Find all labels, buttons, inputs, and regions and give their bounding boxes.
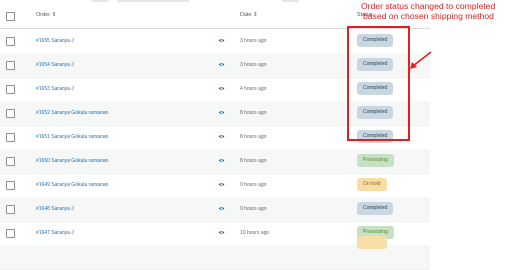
order-date: 3 hours ago — [240, 62, 267, 68]
status-badge: On hold — [357, 178, 387, 191]
annotation-line: based on chosen shipping method — [363, 11, 494, 21]
table-row[interactable]: #1649 Saranya Gokula ramanan 9 hours ago… — [0, 173, 430, 198]
preview-eye-icon[interactable] — [218, 110, 225, 115]
order-date: 9 hours ago — [240, 182, 267, 188]
status-badge: Processing — [357, 154, 394, 167]
order-link[interactable]: #1648 Saranya J — [36, 206, 74, 212]
select-all-checkbox[interactable] — [6, 12, 15, 21]
row-checkbox[interactable] — [6, 229, 15, 238]
order-date: 8 hours ago — [240, 134, 267, 140]
preview-eye-icon[interactable] — [218, 62, 225, 67]
row-checkbox[interactable] — [6, 205, 15, 214]
row-checkbox[interactable] — [6, 181, 15, 190]
row-checkbox[interactable] — [6, 37, 15, 46]
row-checkbox[interactable] — [6, 133, 15, 142]
toolbar-control[interactable] — [282, 0, 299, 2]
preview-eye-icon[interactable] — [218, 38, 225, 43]
annotation-arrow-icon — [410, 51, 432, 69]
toolbar-control[interactable] — [92, 0, 108, 2]
table-row[interactable]: #1650 Saranya Gokula ramanan 8 hours ago… — [0, 149, 430, 174]
order-link[interactable]: #1650 Saranya Gokula ramanan — [36, 158, 108, 164]
status-badge-partial — [357, 236, 387, 249]
table-row[interactable]: #1648 Saranya J 9 hours ago Completed — [0, 197, 430, 222]
row-checkbox[interactable] — [6, 85, 15, 94]
row-checkbox[interactable] — [6, 109, 15, 118]
toolbar-control[interactable] — [117, 0, 189, 2]
preview-eye-icon[interactable] — [218, 134, 225, 139]
order-date: 4 hours ago — [240, 86, 267, 92]
preview-eye-icon[interactable] — [218, 230, 225, 235]
order-link[interactable]: #1652 Saranya Gokula ramanan — [36, 110, 108, 116]
order-link[interactable]: #1647 Saranya J — [36, 230, 74, 236]
row-checkbox[interactable] — [6, 61, 15, 70]
order-date: 8 hours ago — [240, 110, 267, 116]
preview-eye-icon[interactable] — [218, 206, 225, 211]
status-badge: Completed — [357, 202, 394, 215]
order-date: 9 hours ago — [240, 206, 267, 212]
order-link[interactable]: #1649 Saranya Gokula ramanan — [36, 182, 108, 188]
preview-eye-icon[interactable] — [218, 182, 225, 187]
order-date: 8 hours ago — [240, 158, 267, 164]
order-link[interactable]: #1655 Saranya J — [36, 38, 74, 44]
annotation-text: Order status changed to completed based … — [361, 1, 530, 21]
preview-eye-icon[interactable] — [218, 86, 225, 91]
annotation-line: Order status changed to completed — [361, 1, 496, 11]
date-column-header[interactable]: Date ⇕ — [240, 12, 258, 18]
order-link[interactable]: #1653 Saranya J — [36, 86, 74, 92]
order-link[interactable]: #1654 Saranya J — [36, 62, 74, 68]
order-date: 10 hours ago — [240, 230, 270, 236]
row-checkbox[interactable] — [6, 157, 15, 166]
order-column-header[interactable]: Order ⇕ — [36, 12, 56, 18]
order-link[interactable]: #1651 Saranya Gokula ramanan — [36, 134, 108, 140]
annotation-highlight-box — [347, 26, 410, 141]
preview-eye-icon[interactable] — [218, 158, 225, 163]
order-date: 3 hours ago — [240, 38, 267, 44]
